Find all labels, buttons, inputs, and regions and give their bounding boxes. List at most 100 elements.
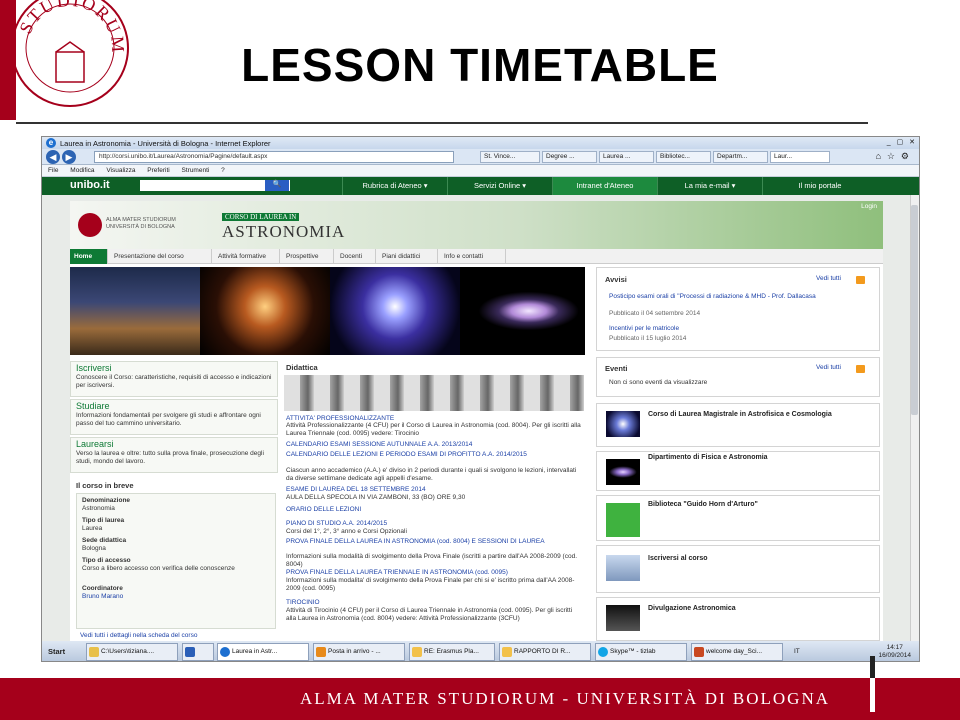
didattica-link-tirocinio[interactable]: TIROCINIO: [286, 599, 582, 607]
eventi-title: Eventi: [605, 364, 628, 373]
language-indicator[interactable]: IT: [794, 648, 800, 655]
scheda-corso-link[interactable]: Vedi tutti i dettagli nella scheda del c…: [80, 632, 197, 639]
menu-visualizza[interactable]: Visualizza: [106, 167, 135, 174]
rss-icon[interactable]: [856, 276, 865, 284]
didattica-link-prova-finale-8004[interactable]: PROVA FINALE DELLA LAUREA IN ASTRONOMIA …: [286, 538, 582, 546]
ub-email[interactable]: La mia e-mail ▾: [657, 177, 762, 195]
taskbar-skype[interactable]: Skype™ - tizlab: [595, 643, 687, 661]
website: ALMA MATER STUDIORUM UNIVERSITÀ DI BOLOG…: [70, 201, 883, 641]
nav-prospettive[interactable]: Prospettive: [282, 249, 334, 264]
accesso-label: Tipo di accesso: [82, 557, 131, 564]
search-icon[interactable]: 🔍: [265, 180, 289, 191]
unibo-logo[interactable]: unibo.it: [70, 179, 110, 191]
didattica-link-orario[interactable]: ORARIO DELLE LEZIONI: [286, 506, 582, 514]
nav-attivita[interactable]: Attività formative: [214, 249, 280, 264]
taskbar-mail-rapporto[interactable]: RAPPORTO DI R...: [499, 643, 591, 661]
studiare-heading[interactable]: Studiare: [76, 401, 110, 411]
menu-preferiti[interactable]: Preferiti: [147, 167, 169, 174]
didattica-link-prova-finale-0095[interactable]: PROVA FINALE DELLA LAUREA TRIENNALE IN A…: [286, 569, 582, 577]
address-bar[interactable]: http://corsi.unibo.it/Laurea/Astronomia/…: [94, 151, 454, 163]
laurearsi-heading[interactable]: Laurearsi: [76, 439, 114, 449]
news-date-2: Pubblicato il 15 luglio 2014: [609, 335, 687, 342]
didattica-text-piano-studio: Corsi del 1°, 2°, 3° anno e Corsi Opzion…: [286, 528, 407, 535]
title-divider: [16, 122, 868, 124]
corso-label: CORSO DI LAUREA IN: [222, 213, 300, 221]
coordinatore-link[interactable]: Bruno Marano: [82, 593, 123, 600]
taskbar-word[interactable]: [182, 643, 214, 661]
windows-taskbar: Start C:\Users\tiziana.... Laurea in Ast…: [42, 641, 919, 661]
course-title: ASTRONOMIA: [222, 222, 346, 241]
eventi-panel: [596, 357, 880, 397]
taskbar-explorer[interactable]: C:\Users\tiziana....: [86, 643, 178, 661]
sede-value: Bologna: [82, 545, 106, 552]
menu-file[interactable]: File: [48, 167, 58, 174]
menu-modifica[interactable]: Modifica: [70, 167, 94, 174]
skype-icon: [598, 647, 608, 657]
taskbar-powerpoint[interactable]: welcome day_Sci...: [691, 643, 783, 661]
slide-title: LESSON TIMETABLE: [241, 39, 719, 91]
back-arrow-icon[interactable]: ◀: [46, 150, 60, 164]
ie-logo-icon: e: [46, 138, 56, 148]
ub-intranet[interactable]: Intranet d'Ateneo: [552, 177, 657, 195]
taskbar-outlook[interactable]: Posta in arrivo - ...: [313, 643, 405, 661]
nav-info[interactable]: Info e contatti: [440, 249, 506, 264]
window-title: Laurea in Astronomia - Università di Bol…: [60, 139, 271, 148]
site-nav: Home Presentazione del corso Attività fo…: [70, 249, 883, 264]
home-icon[interactable]: ⌂: [876, 151, 881, 161]
word-icon: [185, 647, 195, 657]
tab-st-vince[interactable]: St. Vince...: [480, 151, 540, 163]
window-controls[interactable]: _ ▢ ✕: [887, 138, 917, 146]
didattica-link-calendario-esami[interactable]: CALENDARIO ESAMI SESSIONE AUTUNNALE A.A.…: [286, 441, 582, 449]
news-link-incentivi[interactable]: Incentivi per le matricole: [609, 325, 679, 333]
tipo-laurea-label: Tipo di laurea: [82, 517, 125, 524]
didattica-link-calendario-lezioni[interactable]: CALENDARIO DELLE LEZIONI E PERIODO ESAMI…: [286, 451, 582, 459]
spiral-galaxy-thumb: [606, 459, 640, 485]
link-biblioteca[interactable]: Biblioteca "Guido Horn d'Arturo": [648, 501, 758, 509]
iscriversi-heading[interactable]: Iscriversi: [76, 363, 112, 373]
studiare-text: Informazioni fondamentali per svolgere g…: [76, 412, 261, 427]
rss-icon[interactable]: [856, 365, 865, 373]
scrollbar-thumb[interactable]: [911, 205, 918, 415]
nav-piani[interactable]: Piani didattici: [378, 249, 438, 264]
denominazione-label: Denominazione: [82, 497, 131, 504]
start-button[interactable]: Start: [44, 644, 82, 660]
favorites-star-icon[interactable]: ☆: [887, 151, 895, 162]
nav-docenti[interactable]: Docenti: [336, 249, 376, 264]
ub-portale[interactable]: Il mio portale: [762, 177, 877, 195]
tab-laurea[interactable]: Laurea ...: [599, 151, 654, 163]
taskbar-ie[interactable]: Laurea in Astr...: [217, 643, 309, 661]
tab-dipartimento[interactable]: Departm...: [713, 151, 768, 163]
eventi-vedi-tutti[interactable]: Vedi tutti: [816, 364, 841, 371]
taskbar-rapporto-label: RAPPORTO DI R...: [514, 648, 571, 655]
tab-biblioteca[interactable]: Bibliotec...: [656, 151, 711, 163]
settings-gear-icon[interactable]: ⚙: [901, 151, 909, 162]
ub-rubrica[interactable]: Rubrica di Ateneo ▾: [342, 177, 447, 195]
link-iscriversi-corso[interactable]: Iscriversi al corso: [648, 555, 708, 563]
menu-strumenti[interactable]: Strumenti: [182, 167, 210, 174]
link-magistrale[interactable]: Corso di Laurea Magistrale in Astrofisic…: [648, 411, 868, 419]
login-link[interactable]: Login: [861, 203, 877, 210]
didattica-link-piano-studio[interactable]: PIANO DI STUDIO A.A. 2014/2015: [286, 520, 582, 528]
nav-presentazione[interactable]: Presentazione del corso: [110, 249, 212, 264]
link-divulgazione[interactable]: Divulgazione Astronomica: [648, 605, 736, 613]
system-clock[interactable]: 14:17 16/09/2014: [878, 644, 911, 660]
unibo-top-bar: unibo.it 🔍 Rubrica di Ateneo ▾ Servizi O…: [42, 177, 919, 195]
didattica-link-esame-laurea[interactable]: ESAME DI LAUREA DEL 18 SETTEMBRE 2014: [286, 486, 582, 494]
library-thumb: [606, 503, 640, 537]
taskbar-mail-erasmus[interactable]: RE: Erasmus Pla...: [409, 643, 495, 661]
news-link-posticipo[interactable]: Posticipo esami orali di "Processi di ra…: [609, 293, 849, 301]
nebula-image: [200, 267, 330, 355]
footer-divider-top: [870, 656, 875, 678]
tab-laurea-active[interactable]: Laur...: [770, 151, 830, 163]
link-dipartimento[interactable]: Dipartimento di Fisica e Astronomia: [648, 454, 868, 462]
ub-servizi[interactable]: Servizi Online ▾: [447, 177, 552, 195]
unibo-seal-icon: [78, 213, 102, 237]
galaxy-thumb: [606, 411, 640, 437]
galaxy-image: [460, 267, 585, 355]
tab-degree[interactable]: Degree ...: [542, 151, 597, 163]
avvisi-vedi-tutti[interactable]: Vedi tutti: [816, 275, 841, 282]
forward-arrow-icon[interactable]: ▶: [62, 150, 76, 164]
menu-help[interactable]: ?: [221, 167, 225, 174]
didattica-text-professionalizzante: Attività Professionalizzante (4 CFU) per…: [286, 422, 581, 437]
nav-home[interactable]: Home: [70, 249, 108, 264]
